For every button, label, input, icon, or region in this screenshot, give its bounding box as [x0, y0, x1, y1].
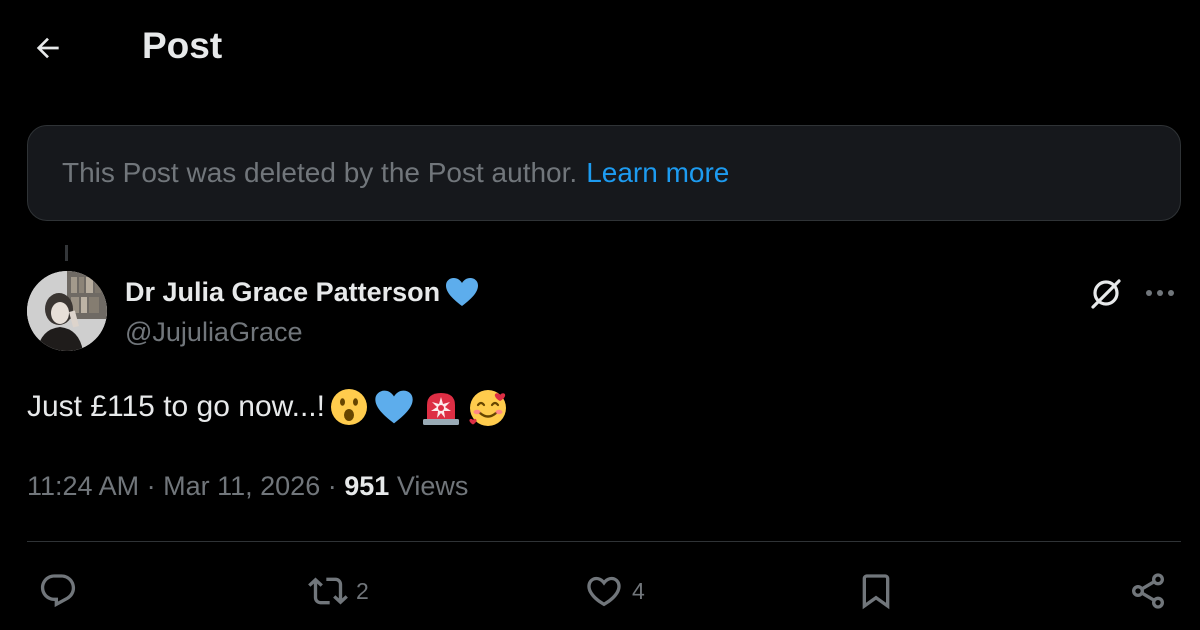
more-dots-icon	[1146, 290, 1174, 296]
author-display-name[interactable]: Dr Julia Grace Patterson	[125, 275, 480, 309]
post-emojis	[329, 386, 509, 428]
astonished-face-icon	[330, 389, 367, 425]
bookmark-icon	[862, 574, 890, 610]
reply-button[interactable]	[38, 571, 78, 611]
author-handle[interactable]: @JujuliaGrace	[125, 315, 302, 349]
more-options-button[interactable]	[1140, 273, 1180, 313]
views-count: 951	[344, 471, 390, 501]
post-time[interactable]: 11:24 AM	[27, 471, 139, 501]
meta-separator: ·	[146, 471, 156, 501]
page-title: Post	[142, 25, 223, 66]
deleted-notice-text: This Post was deleted by the Post author…	[62, 157, 578, 188]
repost-count: 2	[356, 577, 369, 604]
learn-more-link[interactable]: Learn more	[586, 157, 729, 189]
views-label: Views	[396, 471, 469, 501]
post-date[interactable]: Mar 11, 2026	[163, 471, 320, 501]
police-light-icon	[422, 393, 459, 425]
author-name-text: Dr Julia Grace Patterson	[125, 277, 441, 307]
post-text: Just £115 to go now...!	[27, 386, 509, 428]
grok-button[interactable]	[1086, 273, 1126, 313]
repost-icon	[308, 577, 348, 605]
share-button[interactable]	[1128, 571, 1168, 611]
bookmark-button[interactable]	[856, 571, 896, 611]
avatar[interactable]	[27, 271, 107, 351]
post-metadata: 11:24 AM · Mar 11, 2026 · 951 Views	[27, 469, 468, 503]
heart-icon	[587, 576, 621, 607]
reply-icon	[40, 574, 76, 608]
repost-button[interactable]: 2	[308, 571, 369, 611]
meta-separator: ·	[327, 471, 337, 501]
thread-connector-line	[65, 245, 68, 261]
deleted-post-notice: This Post was deleted by the Post author…	[27, 125, 1181, 221]
blue-heart-icon	[444, 276, 480, 308]
like-count: 4	[632, 577, 645, 604]
header-bar: Post	[0, 0, 1200, 92]
arrow-left-icon	[36, 37, 59, 59]
avatar-photo	[27, 271, 107, 351]
divider	[27, 541, 1181, 542]
post-text-content: Just £115 to go now...!	[27, 390, 325, 423]
share-icon	[1132, 573, 1164, 609]
like-button[interactable]: 4	[584, 571, 645, 611]
blue-heart-icon	[375, 390, 413, 424]
back-button[interactable]	[28, 28, 68, 68]
grok-icon	[1091, 279, 1121, 309]
smiling-face-with-hearts-icon	[469, 390, 506, 426]
